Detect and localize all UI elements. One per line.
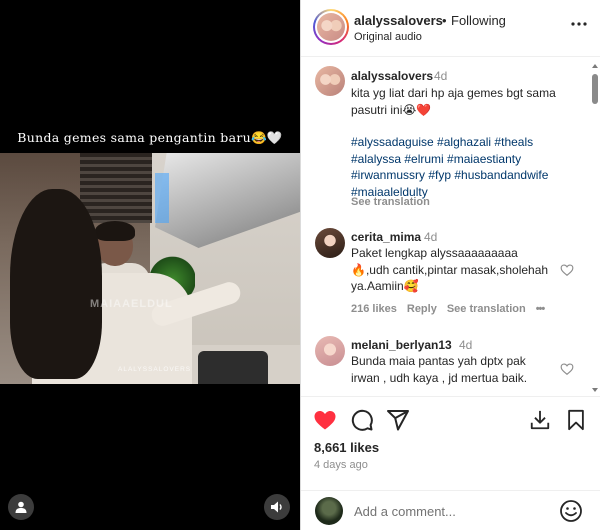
comment-time: 4d — [459, 338, 473, 352]
caption-text: kita yg liat dari hp aja gemes bgt sama … — [351, 86, 556, 117]
author-username[interactable]: alalyssalovers — [354, 13, 443, 28]
comment-time: 4d — [424, 230, 438, 244]
more-horizontal-icon — [571, 22, 587, 26]
comment-reply-button[interactable]: Reply — [407, 303, 437, 315]
video-caption: Bunda gemes sama pengantin baru😂🤍 — [17, 130, 283, 145]
window-blinds — [80, 153, 152, 223]
comments-list[interactable]: alalyssalovers 4d kita yg liat dari hp a… — [301, 57, 600, 397]
action-bar — [301, 398, 600, 438]
comment-like-icon[interactable] — [560, 362, 574, 376]
comment-text: Paket lengkap alyssaaaaaaaaa 🔥,udh canti… — [351, 246, 549, 293]
video-watermark: MAIAAELDUL — [90, 298, 173, 310]
cooking-pot — [198, 351, 268, 384]
comments-scrollbar[interactable] — [591, 60, 599, 396]
audio-link[interactable]: Original audio — [354, 31, 422, 43]
scroll-up-arrow[interactable] — [592, 64, 598, 68]
comment-icon — [351, 409, 373, 431]
current-user-avatar — [315, 497, 343, 525]
like-button[interactable] — [313, 408, 337, 432]
comment-avatar[interactable] — [315, 228, 345, 258]
smiley-icon[interactable] — [559, 499, 583, 523]
caption-time: 4d — [434, 69, 448, 83]
heart-filled-icon — [314, 411, 336, 430]
mute-button[interactable] — [264, 494, 290, 520]
video-brand-text: ALALYSSALOVERS — [118, 366, 192, 373]
share-button[interactable] — [386, 408, 410, 432]
caption-author-username[interactable]: alalyssalovers — [351, 69, 433, 83]
download-button[interactable] — [528, 408, 552, 432]
man-hair — [95, 221, 135, 241]
video-player[interactable]: Bunda gemes sama pengantin baru😂🤍 MAIAAE… — [0, 0, 300, 530]
comment-likes-count[interactable]: 216 likes — [351, 303, 397, 315]
download-icon — [530, 410, 550, 430]
add-comment-input[interactable] — [354, 501, 554, 521]
comment-see-translation[interactable]: See translation — [447, 303, 526, 315]
post-header: alalyssalovers • Following Original audi… — [301, 0, 600, 57]
likes-count[interactable]: 8,661 likes — [314, 440, 379, 455]
hashtags-line-2[interactable]: #alalyssa #elrumi #maiaestianty — [351, 151, 583, 168]
comment-avatar[interactable] — [315, 336, 345, 366]
comment-button[interactable] — [350, 408, 374, 432]
following-button[interactable]: Following — [451, 13, 506, 28]
tagged-user-button[interactable] — [8, 494, 34, 520]
hashtags-line-1[interactable]: #alyssadaguise #alghazali #theals — [351, 134, 583, 151]
more-options-button[interactable] — [567, 14, 591, 34]
comment-username[interactable]: melani_berlyan13 — [351, 338, 452, 352]
add-comment-bar — [301, 490, 600, 530]
bookmark-icon — [568, 409, 584, 431]
caption-author-avatar[interactable] — [315, 66, 345, 96]
woman-hair — [10, 189, 102, 379]
user-icon — [15, 501, 27, 513]
comment-meta: 216 likes Reply See translation ••• — [351, 303, 546, 315]
caption-see-translation[interactable]: See translation — [351, 196, 430, 208]
comment-username[interactable]: cerita_mima — [351, 230, 421, 244]
hood-light — [155, 173, 169, 223]
post-date[interactable]: 4 days ago — [314, 459, 368, 471]
header-separator: • — [442, 13, 447, 28]
hashtag-list[interactable]: #alyssadaguise #alghazali #theals #alaly… — [351, 134, 583, 200]
video-frame[interactable]: MAIAAELDUL ALALYSSALOVERS — [0, 153, 300, 384]
post-panel: alalyssalovers • Following Original audi… — [300, 0, 600, 530]
comment-like-icon[interactable] — [560, 263, 574, 277]
scroll-thumb[interactable] — [592, 74, 598, 104]
hashtags-line-3[interactable]: #irwanmussry #fyp #husbandandwife — [351, 167, 583, 184]
save-button[interactable] — [564, 408, 588, 432]
share-icon — [387, 410, 409, 431]
scroll-down-arrow[interactable] — [592, 388, 598, 392]
post-viewer: Bunda gemes sama pengantin baru😂🤍 MAIAAE… — [0, 0, 600, 530]
author-avatar[interactable] — [313, 9, 349, 45]
comment-text: Bunda maia pantas yah dptx pak irwan , u… — [351, 354, 528, 385]
comment-more-button[interactable]: ••• — [536, 303, 546, 315]
speaker-icon — [271, 501, 282, 513]
